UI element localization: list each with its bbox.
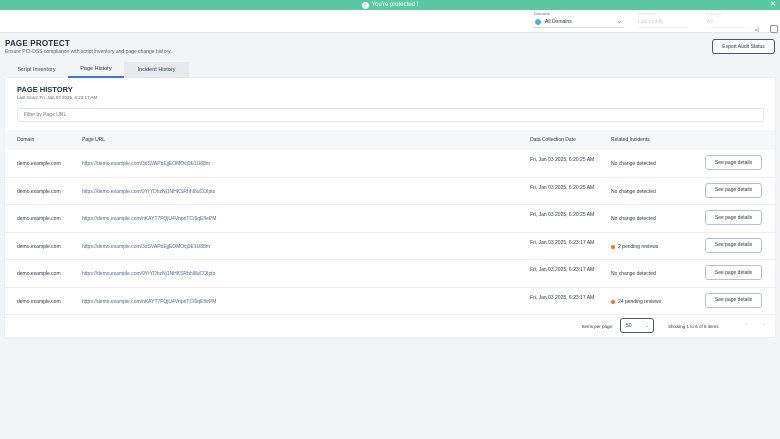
previous-page-icon[interactable]: ‹	[745, 322, 747, 328]
findings-select[interactable]: All	[706, 16, 750, 28]
row-domain: demo.example.com	[17, 161, 61, 167]
close-icon[interactable]: ✕	[770, 0, 776, 10]
see-page-details-button[interactable]: See page details	[705, 237, 762, 253]
tab-page-history[interactable]: Page History	[68, 62, 124, 78]
see-page-details-button[interactable]: See page details	[705, 182, 762, 198]
row-page-url[interactable]: https://demo.example.com/nKAYT7FQjU4Vnpr…	[82, 299, 216, 305]
column-header-page-url[interactable]: Page URL	[82, 130, 105, 150]
timeframe-select-value: Last month	[638, 18, 663, 25]
see-page-details-button[interactable]: See page details	[705, 265, 762, 280]
section-title: PAGE HISTORY	[17, 85, 73, 94]
row-domain: demo.example.com	[17, 216, 61, 222]
see-page-details-button[interactable]: See page details	[705, 292, 762, 308]
column-header-incidents[interactable]: Related Incidents	[611, 130, 650, 150]
tab-script-inventory[interactable]: Script Inventory	[5, 62, 68, 78]
table-row: demo.example.com https://demo.example.co…	[5, 260, 775, 288]
row-date: Fri, Jan 03 2025, 6:23:17 AM	[530, 267, 595, 273]
row-incident-text: No change detected	[611, 271, 656, 277]
notification-icon[interactable]	[770, 25, 778, 33]
table-row: demo.example.com https://demo.example.co…	[5, 288, 775, 315]
row-domain: demo.example.com	[17, 188, 61, 195]
findings-filter[interactable]: Findings All	[706, 11, 750, 28]
page-history-card: PAGE HISTORY Last Scan: Fri, Jan 03 2025…	[5, 78, 775, 337]
top-bar: Domains All Domains ⌄ Timeframe Last mon…	[0, 10, 780, 34]
row-date: Fri, Jan 03 2025, 6:20:25 AM	[530, 184, 595, 191]
table-header: Domain Page URL Data Collection Date Rel…	[5, 130, 775, 150]
chevron-down-icon: ⌄	[644, 322, 649, 329]
row-incident-text: 2 pending reviews	[618, 243, 659, 250]
protection-banner: ✓ You're protected ! ✕	[0, 0, 780, 10]
row-incident: No change detected	[611, 161, 656, 167]
column-header-domain[interactable]: Domain	[17, 130, 34, 150]
column-header-date[interactable]: Data Collection Date	[530, 130, 576, 150]
last-scan-text: Last Scan: Fri, Jan 03 2025, 6:23:17 AM	[17, 95, 98, 100]
row-domain: demo.example.com	[17, 298, 61, 305]
table-row: demo.example.com https://demo.example.co…	[5, 178, 775, 205]
row-date: Fri, Jan 03 2025, 6:20:25 AM	[530, 157, 595, 163]
share-icon[interactable]: ⋖	[754, 26, 760, 34]
chevron-down-icon: ⌄	[616, 19, 622, 25]
see-page-details-button[interactable]: See page details	[705, 155, 762, 170]
row-incident: 24 pending reviews	[611, 299, 661, 305]
page-title: PAGE PROTECT	[5, 39, 70, 48]
row-page-url[interactable]: https://demo.example.com/nKAYT7FQjU4Vnpr…	[82, 216, 216, 222]
row-page-url[interactable]: https://demo.example.com/3dSVAPbEjjEOMOc…	[82, 244, 210, 250]
globe-icon	[535, 18, 541, 25]
row-domain: demo.example.com	[17, 243, 61, 250]
timeframe-filter[interactable]: Timeframe Last month	[637, 11, 689, 28]
domains-select-value: All Domains	[545, 18, 572, 25]
row-incident: 2 pending reviews	[611, 244, 658, 250]
see-page-details-button[interactable]: See page details	[705, 210, 762, 225]
row-date: Fri, Jan 03 2025, 6:23:17 AM	[530, 239, 595, 246]
items-per-page-select[interactable]: 50 ⌄	[620, 318, 654, 333]
row-incident: No change detected	[611, 271, 656, 277]
row-incident-text: No change detected	[611, 216, 656, 222]
export-audit-status-button[interactable]: Export Audit Status	[712, 39, 775, 54]
items-per-page-value: 50	[626, 322, 632, 329]
row-date: Fri, Jan 03 2025, 6:23:17 AM	[530, 294, 595, 301]
pending-review-dot-icon	[611, 299, 615, 304]
page-url-filter-input[interactable]	[17, 108, 764, 122]
row-page-url[interactable]: https://demo.example.com/9YrYDhzNj1NHKSR…	[82, 189, 215, 195]
domains-filter[interactable]: Domains All Domains ⌄	[534, 11, 624, 28]
row-domain: demo.example.com	[17, 271, 61, 277]
row-page-url[interactable]: https://demo.example.com/3dSVAPbEjjEOMOc…	[82, 161, 210, 167]
row-page-url[interactable]: https://demo.example.com/9YrYDhzNj1NHKSR…	[82, 271, 215, 277]
table-row: demo.example.com https://demo.example.co…	[5, 233, 775, 260]
page-subtitle: Ensure PCI-DSS compliance with script in…	[5, 49, 172, 55]
table-row: demo.example.com https://demo.example.co…	[5, 150, 775, 178]
row-incident-text: No change detected	[611, 188, 656, 195]
row-incident-text: No change detected	[611, 161, 656, 167]
row-incident: No change detected	[611, 216, 656, 222]
items-per-page-label: Items per page:	[582, 324, 614, 329]
domains-select[interactable]: All Domains ⌄	[534, 16, 624, 28]
tab-bar: Script Inventory Page History Incident H…	[5, 62, 189, 78]
next-page-icon[interactable]: ›	[763, 322, 765, 328]
tab-incident-history[interactable]: Incident History	[124, 62, 189, 78]
row-incident: No change detected	[611, 189, 656, 195]
pagination-info: Showing 1 to 6 of 6 items	[668, 324, 719, 329]
row-date: Fri, Jan 03 2025, 6:20:25 AM	[530, 212, 595, 218]
pending-review-dot-icon	[611, 244, 615, 249]
check-circle-icon: ✓	[361, 1, 369, 9]
row-incident-text: 24 pending reviews	[618, 298, 662, 305]
banner-text: You're protected !	[371, 2, 419, 8]
findings-select-value: All	[707, 18, 713, 25]
table-row: demo.example.com https://demo.example.co…	[5, 205, 775, 233]
timeframe-select[interactable]: Last month	[637, 16, 689, 28]
